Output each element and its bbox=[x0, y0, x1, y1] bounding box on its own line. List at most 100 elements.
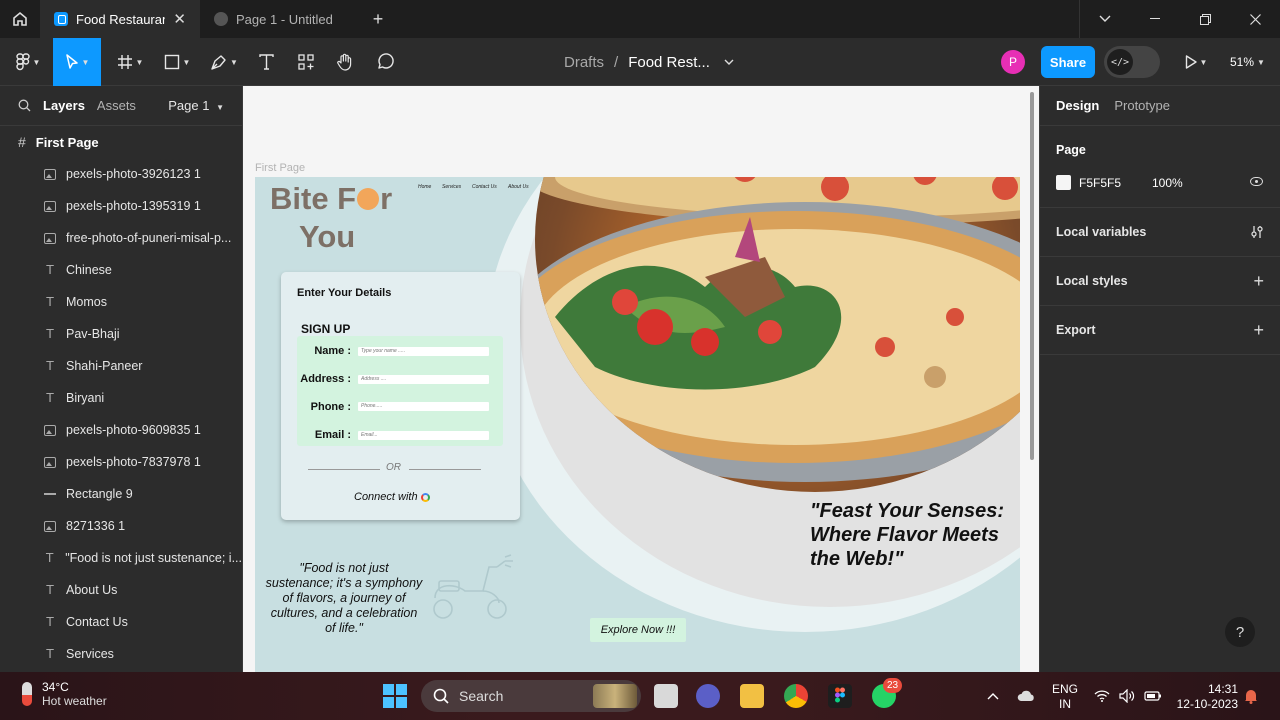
tab-design[interactable]: Design bbox=[1056, 98, 1099, 113]
layers-panel-header: Layers Assets Page 1 ▼ bbox=[0, 86, 242, 126]
layer-row[interactable]: free-photo-of-puneri-misal-p... bbox=[0, 222, 242, 254]
teams-meet-icon[interactable] bbox=[696, 684, 720, 708]
chevron-down-icon[interactable] bbox=[724, 59, 734, 65]
search-icon[interactable] bbox=[18, 99, 31, 112]
layer-name: pexels-photo-3926123 1 bbox=[66, 167, 201, 181]
layer-row[interactable]: T Chinese bbox=[0, 254, 242, 286]
design-frame[interactable]: Bite F r You Home Services Contact Us Abo… bbox=[255, 177, 1020, 672]
system-tray[interactable] bbox=[1094, 672, 1162, 720]
tab-page-1-untitled[interactable]: Page 1 - Untitled bbox=[200, 0, 360, 38]
home-icon bbox=[13, 11, 27, 26]
move-tool[interactable]: ▼ bbox=[53, 38, 101, 86]
page-color-hex[interactable]: F5F5F5 bbox=[1079, 176, 1121, 190]
text-icon: T bbox=[46, 615, 54, 629]
file-explorer-icon[interactable] bbox=[740, 684, 764, 708]
file-name[interactable]: Food Rest... bbox=[628, 54, 710, 71]
chevron-down-icon: ▼ bbox=[1257, 57, 1265, 67]
weather-widget[interactable]: 34°C Hot weather bbox=[22, 680, 107, 708]
layer-row[interactable]: 8271336 1 bbox=[0, 510, 242, 542]
tab-food-restaurant[interactable]: Food Restaurant ✕ bbox=[40, 0, 200, 38]
hero-tagline: "Feast Your Senses: Where Flavor Meets t… bbox=[810, 500, 1005, 570]
hand-tool[interactable] bbox=[331, 38, 359, 86]
chevron-down-icon: ▼ bbox=[32, 57, 41, 67]
layer-name: 8271336 1 bbox=[66, 519, 126, 533]
task-view-icon[interactable] bbox=[654, 684, 678, 708]
breadcrumb-drafts[interactable]: Drafts bbox=[564, 54, 604, 71]
speaker-icon bbox=[1119, 689, 1135, 703]
pen-tool[interactable]: ▼ bbox=[204, 38, 244, 86]
figma-app-icon[interactable] bbox=[828, 684, 852, 708]
page-color-swatch[interactable] bbox=[1056, 175, 1071, 190]
tab-assets[interactable]: Assets bbox=[97, 98, 136, 113]
help-button[interactable]: ? bbox=[1225, 617, 1255, 647]
layer-name: "Food is not just sustenance; i... bbox=[65, 551, 242, 565]
taskbar-search[interactable]: Search bbox=[421, 680, 641, 712]
local-variables-row[interactable]: Local variables bbox=[1040, 208, 1280, 257]
show-hidden-icons[interactable] bbox=[987, 672, 999, 720]
tabs-dropdown-button[interactable] bbox=[1080, 0, 1130, 38]
frame-label[interactable]: First Page bbox=[255, 162, 305, 174]
thermometer-icon bbox=[22, 682, 32, 706]
add-icon[interactable]: + bbox=[1253, 320, 1264, 341]
layer-row[interactable]: T Shahi-Paneer bbox=[0, 350, 242, 382]
dev-mode-toggle[interactable]: </> bbox=[1104, 46, 1160, 78]
home-button[interactable] bbox=[0, 0, 40, 38]
layer-row[interactable]: pexels-photo-3926123 1 bbox=[0, 158, 242, 190]
layer-row[interactable]: pexels-photo-9609835 1 bbox=[0, 414, 242, 446]
toolbar: ▼ ▼ ▼ ▼ ▼ Drafts / Food Rest... P Share … bbox=[0, 38, 1280, 86]
properties-panel: Design Prototype Page F5F5F5 100% Local … bbox=[1039, 86, 1280, 672]
canvas[interactable]: First Page Bite F r You Home Services Co… bbox=[243, 86, 1039, 672]
page-selector[interactable]: Page 1 ▼ bbox=[168, 98, 224, 113]
onedrive-icon[interactable] bbox=[1017, 672, 1035, 720]
avatar[interactable]: P bbox=[1001, 50, 1025, 74]
language-indicator[interactable]: ENG IN bbox=[1052, 682, 1078, 712]
chrome-icon[interactable] bbox=[784, 684, 808, 708]
share-button[interactable]: Share bbox=[1041, 46, 1095, 78]
layer-row[interactable]: T Momos bbox=[0, 286, 242, 318]
layer-name: free-photo-of-puneri-misal-p... bbox=[66, 231, 232, 245]
layer-row[interactable]: T About Us bbox=[0, 574, 242, 606]
tab-prototype[interactable]: Prototype bbox=[1114, 98, 1170, 113]
add-icon[interactable]: + bbox=[1253, 271, 1264, 292]
comment-tool[interactable] bbox=[371, 38, 399, 86]
export-row[interactable]: Export + bbox=[1040, 306, 1280, 355]
layer-row[interactable]: pexels-photo-1395319 1 bbox=[0, 190, 242, 222]
text-icon: T bbox=[46, 263, 54, 277]
restore-button[interactable] bbox=[1180, 0, 1230, 38]
tab-layers[interactable]: Layers bbox=[43, 98, 85, 113]
local-styles-row[interactable]: Local styles + bbox=[1040, 257, 1280, 306]
layer-row[interactable]: T Services bbox=[0, 638, 242, 670]
canvas-scrollbar[interactable] bbox=[1030, 92, 1034, 460]
windows-logo-icon bbox=[383, 697, 394, 708]
temperature: 34°C bbox=[42, 680, 69, 694]
frame-tool[interactable]: ▼ bbox=[110, 38, 150, 86]
layer-frame-first-page[interactable]: # First Page bbox=[0, 126, 242, 158]
layer-row[interactable]: T Contact Us bbox=[0, 606, 242, 638]
windows-logo-icon bbox=[396, 697, 407, 708]
clock[interactable]: 14:31 12-10-2023 bbox=[1174, 682, 1238, 712]
close-window-button[interactable] bbox=[1230, 0, 1280, 38]
date: 12-10-2023 bbox=[1176, 697, 1238, 711]
main-menu-button[interactable]: ▼ bbox=[8, 38, 48, 86]
email-label: Email : bbox=[314, 429, 351, 441]
eye-icon[interactable] bbox=[1250, 177, 1263, 186]
present-button[interactable]: ▼ bbox=[1176, 38, 1216, 86]
new-tab-button[interactable]: + bbox=[360, 9, 396, 30]
text-tool[interactable] bbox=[252, 38, 280, 86]
layer-row[interactable]: T Biryani bbox=[0, 382, 242, 414]
layer-row[interactable]: pexels-photo-7837978 1 bbox=[0, 446, 242, 478]
resources-tool[interactable] bbox=[292, 38, 320, 86]
layer-row[interactable]: T Pav-Bhaji bbox=[0, 318, 242, 350]
notifications-button[interactable] bbox=[1244, 672, 1258, 720]
zoom-control[interactable]: 51% ▼ bbox=[1230, 38, 1265, 86]
minimize-button[interactable] bbox=[1130, 0, 1180, 38]
close-tab-icon[interactable]: ✕ bbox=[173, 10, 186, 28]
layer-row[interactable]: Rectangle 9 bbox=[0, 478, 242, 510]
shape-tool[interactable]: ▼ bbox=[157, 38, 197, 86]
layer-row[interactable]: T "Food is not just sustenance; i... bbox=[0, 542, 242, 574]
close-icon bbox=[1249, 13, 1261, 25]
start-button[interactable] bbox=[383, 684, 407, 708]
page-opacity[interactable]: 100% bbox=[1152, 176, 1183, 190]
sliders-icon[interactable] bbox=[1250, 225, 1264, 239]
chevron-down-icon: ▼ bbox=[81, 57, 90, 67]
